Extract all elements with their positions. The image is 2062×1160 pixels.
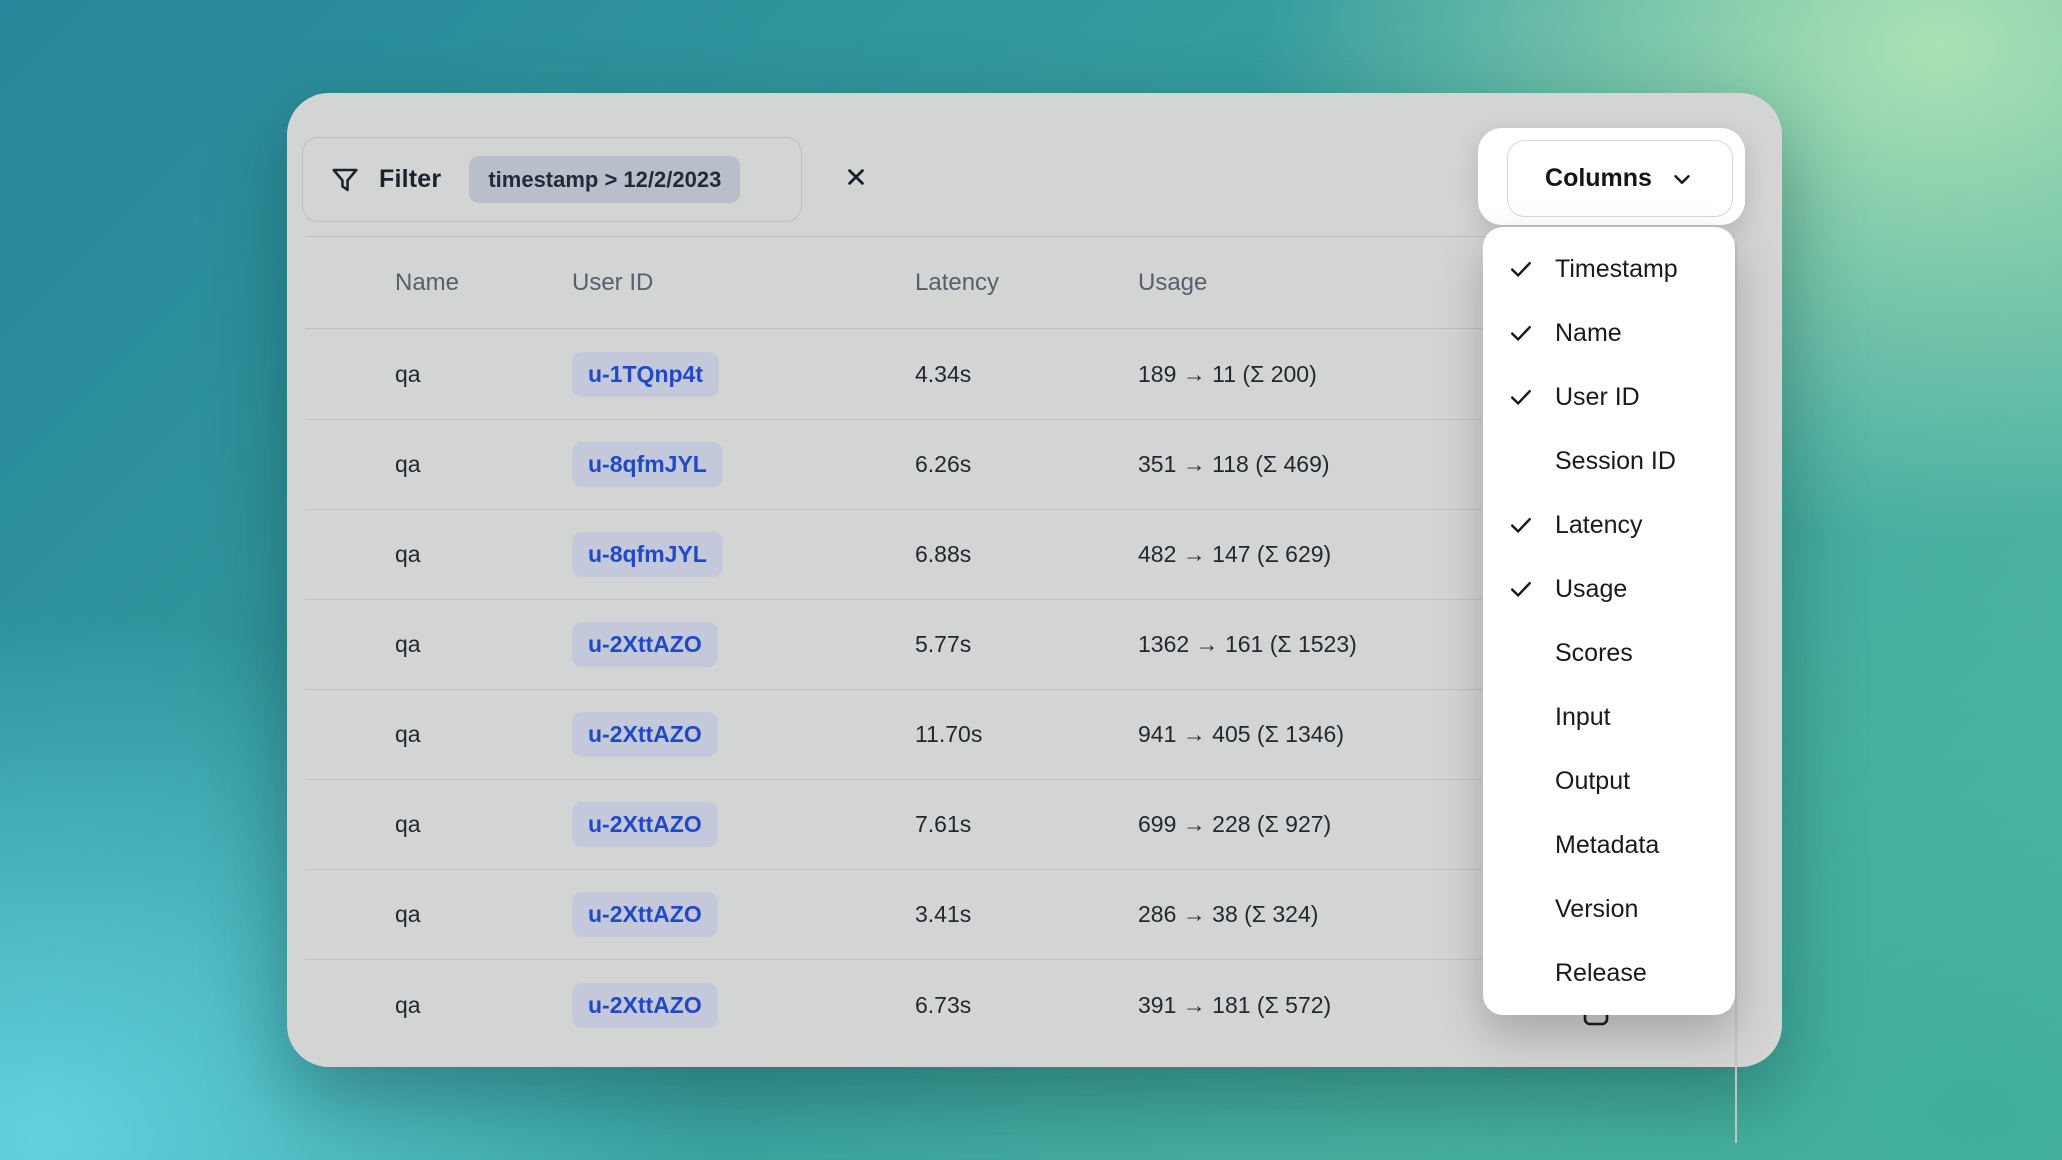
columns-menu-item-label: Input bbox=[1555, 702, 1611, 731]
clear-filter-button[interactable] bbox=[832, 153, 880, 201]
user-id-chip[interactable]: u-2XttAZO bbox=[572, 622, 718, 667]
columns-menu-item-label: User ID bbox=[1555, 382, 1640, 411]
columns-menu-item-label: Session ID bbox=[1555, 446, 1676, 475]
columns-menu-item[interactable]: Version bbox=[1483, 877, 1735, 941]
cell-user-id: u-8qfmJYL bbox=[572, 532, 915, 577]
cell-latency: 7.61s bbox=[915, 811, 972, 837]
columns-menu-item[interactable]: Usage bbox=[1483, 557, 1735, 621]
cell-latency: 3.41s bbox=[915, 901, 972, 927]
cell-user-id: u-2XttAZO bbox=[572, 622, 915, 667]
columns-menu-item[interactable]: Scores bbox=[1483, 621, 1735, 685]
check-icon bbox=[1507, 319, 1535, 347]
filter-label: Filter bbox=[379, 165, 442, 193]
table-right-border bbox=[1735, 243, 1737, 1143]
cell-name: qa bbox=[395, 901, 421, 927]
partial-row-action-icon bbox=[1583, 1012, 1609, 1033]
check-icon bbox=[1507, 255, 1535, 283]
columns-menu-item-label: Output bbox=[1555, 766, 1631, 795]
filter-chip[interactable]: timestamp > 12/2/2023 bbox=[469, 156, 741, 203]
columns-button-label: Columns bbox=[1545, 164, 1652, 192]
cell-latency: 6.26s bbox=[915, 451, 972, 477]
user-id-chip[interactable]: u-2XttAZO bbox=[572, 712, 718, 757]
columns-menu-item[interactable]: Latency bbox=[1483, 493, 1735, 557]
column-header-name: Name bbox=[395, 268, 460, 296]
columns-menu-item[interactable]: Release bbox=[1483, 941, 1735, 1005]
columns-menu-item-label: Scores bbox=[1555, 638, 1633, 667]
columns-menu-item[interactable]: Output bbox=[1483, 749, 1735, 813]
cell-name: qa bbox=[395, 451, 421, 477]
cell-user-id: u-8qfmJYL bbox=[572, 442, 915, 487]
columns-menu-item-label: Name bbox=[1555, 318, 1622, 347]
cell-latency: 4.34s bbox=[915, 361, 972, 387]
columns-dropdown-container: Columns bbox=[1478, 128, 1745, 225]
cell-name: qa bbox=[395, 811, 421, 837]
column-header-latency: Latency bbox=[915, 268, 1000, 296]
column-header-user-id: User ID bbox=[572, 268, 654, 296]
user-id-chip[interactable]: u-8qfmJYL bbox=[572, 532, 723, 577]
filter-bar[interactable]: Filter timestamp > 12/2/2023 bbox=[302, 137, 802, 222]
cell-name: qa bbox=[395, 361, 421, 387]
columns-button[interactable]: Columns bbox=[1507, 140, 1733, 217]
cell-name: qa bbox=[395, 721, 421, 747]
desktop-background: Filter timestamp > 12/2/2023 Name User I… bbox=[0, 0, 2062, 1160]
user-id-chip[interactable]: u-2XttAZO bbox=[572, 802, 718, 847]
chevron-down-icon bbox=[1669, 166, 1695, 192]
filter-funnel-icon bbox=[329, 164, 361, 196]
check-icon bbox=[1507, 511, 1535, 539]
cell-user-id: u-2XttAZO bbox=[572, 802, 915, 847]
cell-latency: 5.77s bbox=[915, 631, 972, 657]
traces-table-card: Filter timestamp > 12/2/2023 Name User I… bbox=[287, 93, 1782, 1143]
columns-menu-item-label: Latency bbox=[1555, 510, 1643, 539]
columns-menu-item[interactable]: Input bbox=[1483, 685, 1735, 749]
columns-menu-item-label: Release bbox=[1555, 958, 1647, 987]
columns-menu-item-label: Timestamp bbox=[1555, 254, 1678, 283]
cell-user-id: u-2XttAZO bbox=[572, 712, 915, 757]
cell-latency: 11.70s bbox=[915, 721, 983, 747]
check-icon bbox=[1507, 383, 1535, 411]
columns-menu-item-label: Metadata bbox=[1555, 830, 1660, 859]
columns-menu-item[interactable]: Timestamp bbox=[1483, 237, 1735, 301]
columns-menu-item[interactable]: Metadata bbox=[1483, 813, 1735, 877]
columns-menu-item[interactable]: Session ID bbox=[1483, 429, 1735, 493]
columns-menu-item-label: Version bbox=[1555, 894, 1639, 923]
cell-name: qa bbox=[395, 541, 421, 567]
user-id-chip[interactable]: u-1TQnp4t bbox=[572, 352, 719, 397]
cell-user-id: u-1TQnp4t bbox=[572, 352, 915, 397]
cell-name: qa bbox=[395, 631, 421, 657]
cell-latency: 6.73s bbox=[915, 991, 972, 1018]
check-icon bbox=[1507, 575, 1535, 603]
cell-user-id: u-2XttAZO bbox=[572, 982, 915, 1028]
columns-menu-item-label: Usage bbox=[1555, 574, 1628, 603]
user-id-chip[interactable]: u-2XttAZO bbox=[572, 892, 718, 937]
cell-user-id: u-2XttAZO bbox=[572, 892, 915, 937]
x-icon bbox=[842, 163, 870, 191]
cell-name: qa bbox=[395, 991, 421, 1018]
columns-menu: Timestamp Name User ID Session ID Latenc… bbox=[1483, 227, 1735, 1015]
user-id-chip[interactable]: u-2XttAZO bbox=[572, 982, 718, 1028]
cell-latency: 6.88s bbox=[915, 541, 972, 567]
user-id-chip[interactable]: u-8qfmJYL bbox=[572, 442, 723, 487]
columns-menu-item[interactable]: Name bbox=[1483, 301, 1735, 365]
columns-menu-item[interactable]: User ID bbox=[1483, 365, 1735, 429]
